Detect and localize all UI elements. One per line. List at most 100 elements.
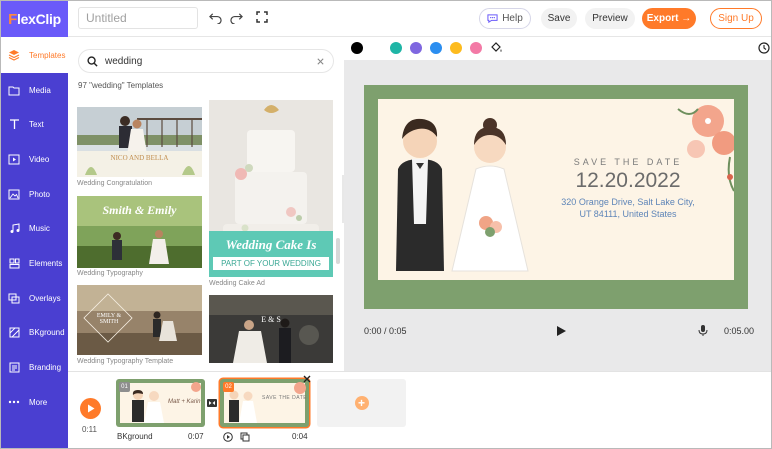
color-swatch-black[interactable] — [351, 42, 363, 54]
logo-mark: F — [8, 10, 18, 28]
microphone-icon[interactable] — [698, 324, 708, 340]
sidebar-item-label: Overlays — [29, 293, 61, 303]
color-swatch-blue[interactable] — [430, 42, 442, 54]
sidebar-item-bkground[interactable]: BKground — [1, 316, 68, 351]
template-label: Wedding Cake Ad — [209, 280, 265, 287]
template-overlay-text: NICO AND BELLA — [110, 154, 169, 162]
elements-icon — [7, 257, 21, 269]
branding-icon — [7, 362, 21, 374]
timeline-clip-1[interactable]: Matt + Karin 01 — [116, 379, 205, 427]
preview-button[interactable]: Preview — [585, 8, 635, 29]
project-title-input[interactable] — [78, 7, 198, 29]
sidebar-item-video[interactable]: Video — [1, 142, 68, 177]
export-button[interactable]: Export → — [642, 8, 696, 29]
sidebar-item-elements[interactable]: Elements — [1, 246, 68, 281]
template-overlay-title: Wedding Cake Is — [225, 237, 317, 252]
template-thumbnail[interactable]: Smith & Emily — [77, 196, 202, 268]
wedding-photo-image — [209, 295, 333, 363]
sidebar-item-overlays[interactable]: Overlays — [1, 281, 68, 316]
clip-play-icon[interactable] — [223, 432, 233, 445]
template-thumbnail[interactable]: E & S — [209, 295, 333, 363]
save-the-date-card: SAVE THE DATE 12.20.2022 320 Orange Driv… — [378, 99, 734, 280]
help-button[interactable]: Help — [479, 8, 531, 29]
sidebar-item-more[interactable]: More — [1, 385, 68, 420]
panel-scrollbar[interactable] — [336, 238, 340, 264]
color-swatch-purple[interactable] — [410, 42, 422, 54]
play-icon[interactable] — [556, 325, 567, 340]
clock-icon[interactable] — [758, 42, 770, 57]
templates-icon — [7, 49, 21, 61]
preview-stage: SAVE THE DATE 12.20.2022 320 Orange Driv… — [344, 60, 771, 371]
address-line-2: UT 84111, United States — [579, 209, 677, 219]
chat-icon — [487, 14, 498, 24]
fill-bucket-icon[interactable] — [490, 41, 503, 57]
template-overlay-text: E & S — [261, 315, 281, 324]
add-scene-icon: + — [354, 396, 369, 410]
color-swatch-white[interactable] — [370, 42, 382, 54]
clip-2-duration: 0:04 — [292, 432, 308, 441]
total-time: 0:05.00 — [724, 326, 755, 336]
address-line-1: 320 Orange Drive, Salt Lake City, — [561, 197, 695, 207]
timeline-play-button[interactable] — [80, 398, 101, 419]
sidebar-item-label: Text — [29, 120, 44, 130]
current-time: 0:00 / 0:05 — [364, 326, 407, 336]
undo-icon[interactable] — [207, 9, 223, 25]
save-button[interactable]: Save — [541, 8, 577, 29]
wedding-congratulation-image — [77, 107, 202, 177]
music-icon — [7, 223, 21, 235]
template-search — [79, 50, 333, 72]
sidebar-item-label: Branding — [29, 363, 62, 373]
play-icon — [87, 404, 94, 413]
signup-button[interactable]: Sign Up — [710, 8, 762, 29]
text-icon — [7, 119, 21, 131]
cake-ad-banner: Wedding Cake Is PART OF YOUR WEDDING — [209, 231, 333, 277]
sidebar-item-media[interactable]: Media — [1, 73, 68, 108]
search-input[interactable] — [105, 55, 316, 67]
template-thumbnail[interactable]: Wedding Cake Is PART OF YOUR WEDDING — [209, 100, 333, 277]
sidebar-item-label: Photo — [29, 189, 50, 199]
result-count: 97 "wedding" Templates — [78, 81, 164, 90]
template-overlay-text: Smith & Emily — [102, 203, 177, 217]
template-thumbnail[interactable]: EMILY & SMITH — [77, 285, 202, 355]
color-swatch-yellow[interactable] — [450, 42, 462, 54]
photo-icon — [7, 188, 21, 200]
help-label: Help — [502, 13, 523, 24]
redo-icon[interactable] — [228, 9, 244, 25]
color-toolbar — [344, 38, 771, 60]
left-sidebar: Templates Media Text Video Photo Music E… — [1, 38, 68, 448]
add-scene-button[interactable]: + — [317, 379, 406, 427]
sidebar-item-templates[interactable]: Templates — [1, 38, 68, 73]
overlays-icon — [7, 292, 21, 304]
folder-icon — [7, 84, 21, 96]
fullscreen-icon[interactable] — [254, 9, 270, 25]
clip-1-duration: 0:07 — [188, 432, 204, 441]
video-canvas[interactable]: SAVE THE DATE 12.20.2022 320 Orange Driv… — [364, 85, 748, 309]
clip-2-card-text: SAVE THE DATE — [262, 395, 308, 401]
sidebar-item-label: Video — [29, 154, 50, 164]
top-bar: FlexClip Help Save Preview Export → Sign… — [1, 1, 771, 37]
template-label: Wedding Congratulation — [77, 180, 152, 187]
sidebar-item-branding[interactable]: Branding — [1, 350, 68, 385]
clear-search-icon[interactable] — [316, 57, 325, 66]
delete-clip-icon[interactable] — [303, 374, 311, 386]
headline-text: SAVE THE DATE — [573, 157, 683, 167]
color-swatch-pink[interactable] — [470, 42, 482, 54]
more-icon — [7, 396, 21, 408]
background-icon — [7, 327, 21, 339]
sidebar-item-label: Music — [29, 224, 50, 234]
clip-number: 01 — [119, 382, 130, 392]
template-thumbnail[interactable]: NICO AND BELLA — [77, 107, 202, 177]
sidebar-item-music[interactable]: Music — [1, 211, 68, 246]
sidebar-item-photo[interactable]: Photo — [1, 177, 68, 212]
template-overlay-text: EMILY & SMITH — [96, 313, 122, 325]
sidebar-item-label: More — [29, 397, 48, 407]
timeline-total-time: 0:11 — [82, 425, 97, 434]
duplicate-clip-icon[interactable] — [240, 432, 250, 445]
template-label: Wedding Typography Template — [77, 358, 174, 365]
color-swatch-teal[interactable] — [390, 42, 402, 54]
clip-1-card-text: Matt + Karin — [168, 399, 201, 405]
timeline-clip-2[interactable]: SAVE THE DATE 02 — [220, 379, 309, 427]
flexclip-logo[interactable]: FlexClip — [1, 1, 68, 37]
transition-icon[interactable] — [207, 398, 217, 410]
sidebar-item-text[interactable]: Text — [1, 107, 68, 142]
